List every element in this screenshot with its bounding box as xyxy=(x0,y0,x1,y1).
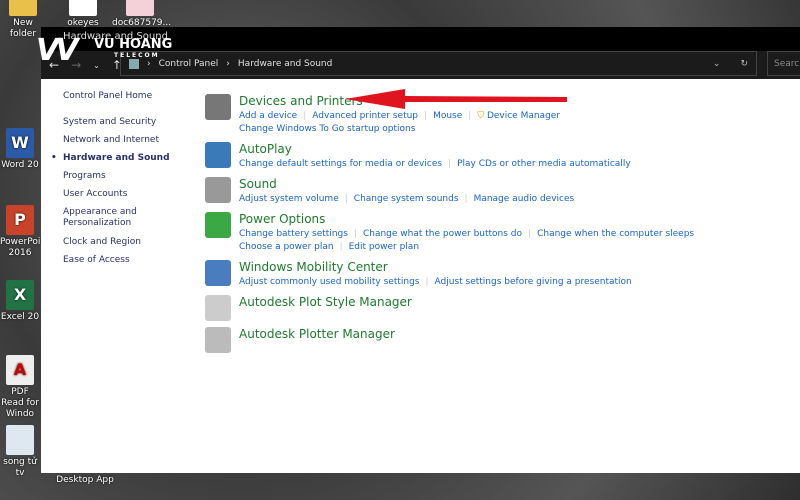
category-title[interactable]: Power Options xyxy=(239,212,694,226)
label: song tử tv xyxy=(3,457,37,478)
desktop-icon-song-tu[interactable]: song tử tv xyxy=(0,425,40,479)
label: PDF Read for Windo xyxy=(1,387,39,419)
separator: | xyxy=(424,111,428,121)
breadcrumb-hardware-and-sound[interactable]: Hardware and Sound xyxy=(238,59,332,69)
printer-icon xyxy=(205,94,231,120)
plotter-icon xyxy=(205,327,231,353)
breadcrumb-control-panel[interactable]: Control Panel xyxy=(159,59,219,69)
nav-ease-of-access[interactable]: Ease of Access xyxy=(63,255,170,265)
nav-control-panel-home[interactable]: Control Panel Home xyxy=(63,91,170,101)
category-item: Power Options Change battery settings | Cha… xyxy=(205,212,694,254)
link-row: Adjust commonly used mobility settings | A… xyxy=(239,276,632,289)
desktop-icon-doc[interactable]: doc687579... xyxy=(112,0,171,29)
separator: | xyxy=(448,159,452,169)
category-title[interactable]: Windows Mobility Center xyxy=(239,260,632,274)
task-link[interactable]: Edit power plan xyxy=(349,242,419,252)
category-body: Autodesk Plot Style Manager xyxy=(239,295,412,321)
plot-style-icon xyxy=(205,295,231,321)
task-link[interactable]: Change when the computer sleeps xyxy=(537,229,694,239)
link-row: Change battery settings | Change what the … xyxy=(239,228,694,241)
label: PowerPoi 2016 xyxy=(0,237,41,258)
category-list: Devices and Printers Add a device | Advance… xyxy=(205,94,694,359)
nav-appearance[interactable]: Appearance and Personalization xyxy=(63,207,143,229)
label: Word 20 xyxy=(1,160,39,170)
nav-hardware-sound[interactable]: Hardware and Sound xyxy=(51,153,169,163)
task-link[interactable]: Change default settings for media or dev… xyxy=(239,159,442,169)
link-row: Change Windows To Go startup options xyxy=(239,123,560,136)
battery-icon xyxy=(205,212,231,238)
separator: | xyxy=(468,111,472,121)
link-row: Change default settings for media or dev… xyxy=(239,158,631,171)
link-row: Add a device | Advanced printer setup | Mous… xyxy=(239,110,560,123)
chevron-down-icon[interactable]: ⌄ xyxy=(713,59,721,69)
task-link[interactable]: Advanced printer setup xyxy=(312,111,418,121)
task-link[interactable]: Adjust commonly used mobility settings xyxy=(239,277,419,287)
breadcrumb-sep: › xyxy=(147,58,151,69)
separator: | xyxy=(464,194,468,204)
category-item: Windows Mobility Center Adjust commonly u… xyxy=(205,260,694,289)
refresh-icon[interactable]: ↻ xyxy=(740,59,748,69)
nav-programs[interactable]: Programs xyxy=(63,171,170,181)
category-body: Sound Adjust system volume | Change system … xyxy=(239,177,574,206)
category-item: Autodesk Plotter Manager xyxy=(205,327,694,353)
address-bar[interactable]: › Control Panel › Hardware and Sound ⌄ ↻ xyxy=(120,51,757,76)
category-body: Power Options Change battery settings | Cha… xyxy=(239,212,694,254)
task-link[interactable]: Mouse xyxy=(433,111,462,121)
category-body: Windows Mobility Center Adjust commonly u… xyxy=(239,260,632,289)
task-link[interactable]: Change Windows To Go startup options xyxy=(239,124,415,134)
desktop-icon-word[interactable]: W Word 20 xyxy=(0,128,40,171)
uac-shield-icon: ⛉ xyxy=(477,111,487,121)
category-item: AutoPlay Change default settings for medi… xyxy=(205,142,694,171)
separator: | xyxy=(344,194,348,204)
nav-clock-region[interactable]: Clock and Region xyxy=(63,237,170,247)
task-link[interactable]: Choose a power plan xyxy=(239,242,334,252)
nav-network-internet[interactable]: Network and Internet xyxy=(63,135,170,145)
recent-dropdown-icon[interactable]: ⌄ xyxy=(93,61,100,70)
link-row: Adjust system volume | Change system sound… xyxy=(239,193,574,206)
nav-user-accounts[interactable]: User Accounts xyxy=(63,189,170,199)
desktop-icon-okeyes[interactable]: okeyes xyxy=(60,0,106,29)
task-link[interactable]: Play CDs or other media automatically xyxy=(457,159,631,169)
left-nav: Control Panel Home System and Security N… xyxy=(51,91,170,273)
link-row: Choose a power plan | Edit power plan xyxy=(239,241,694,254)
category-title[interactable]: Autodesk Plot Style Manager xyxy=(239,295,412,309)
desktop-icon-powerpoint[interactable]: P PowerPoi 2016 xyxy=(0,205,40,259)
separator: | xyxy=(425,277,429,287)
category-body: Autodesk Plotter Manager xyxy=(239,327,395,353)
task-link[interactable]: Manage audio devices xyxy=(474,194,575,204)
label: Excel 20 xyxy=(0,312,40,322)
separator: | xyxy=(353,229,357,239)
nav-system-security[interactable]: System and Security xyxy=(63,117,170,127)
desktop-app-label: Desktop App xyxy=(56,475,114,485)
red-arrow-annotation xyxy=(345,89,567,109)
breadcrumb-sep: › xyxy=(226,58,230,69)
task-link[interactable]: Change what the power buttons do xyxy=(363,229,522,239)
category-title[interactable]: Autodesk Plotter Manager xyxy=(239,327,395,341)
separator: | xyxy=(303,111,307,121)
label: New folder xyxy=(9,18,37,39)
laptop-icon xyxy=(205,260,231,286)
desktop-icon-excel[interactable]: X Excel 20 xyxy=(0,280,40,323)
category-item: Sound Adjust system volume | Change system … xyxy=(205,177,694,206)
task-link[interactable]: Change system sounds xyxy=(354,194,459,204)
category-body: AutoPlay Change default settings for medi… xyxy=(239,142,631,171)
search-input[interactable]: Search xyxy=(767,51,800,76)
autoplay-icon xyxy=(205,142,231,168)
task-link[interactable]: Add a device xyxy=(239,111,297,121)
desktop-icon-pdf[interactable]: A PDF Read for Windo xyxy=(0,355,40,420)
category-title[interactable]: Sound xyxy=(239,177,574,191)
task-link[interactable]: Adjust system volume xyxy=(239,194,339,204)
separator: | xyxy=(528,229,532,239)
task-link[interactable]: Device Manager xyxy=(487,111,560,121)
control-panel-icon xyxy=(129,58,139,69)
category-item: Autodesk Plot Style Manager xyxy=(205,295,694,321)
task-link[interactable]: Adjust settings before giving a presenta… xyxy=(435,277,632,287)
category-title[interactable]: AutoPlay xyxy=(239,142,631,156)
speaker-icon xyxy=(205,177,231,203)
watermark-logo: VV VU HOANG TELECOM xyxy=(36,33,173,68)
task-link[interactable]: Change battery settings xyxy=(239,229,348,239)
separator: | xyxy=(339,242,343,252)
